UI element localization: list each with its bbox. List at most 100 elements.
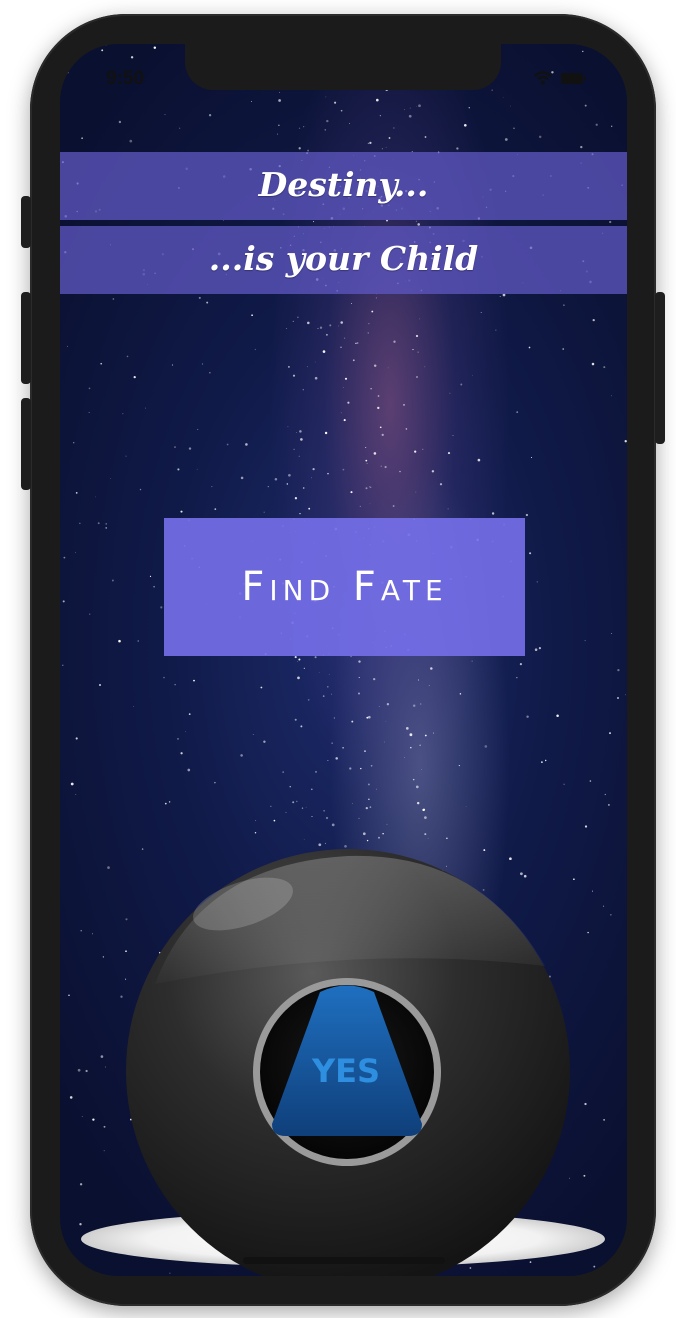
star [292,320,294,323]
star [100,362,103,365]
star [452,435,454,436]
star [358,676,360,679]
star [95,496,96,498]
star [447,508,449,510]
star [206,301,209,304]
star [414,450,417,453]
star [99,684,101,686]
star [327,760,329,762]
star [300,438,303,441]
star [174,684,176,686]
star [439,483,443,486]
star [251,314,253,317]
header-banner-destiny: Destiny... [60,152,627,220]
star [79,522,81,524]
star [359,505,361,507]
star [563,304,565,306]
star [188,447,192,450]
star [430,667,433,670]
star [201,363,204,365]
star [609,732,611,735]
star [415,220,417,222]
magic-8-ball[interactable]: YES [60,794,627,1276]
star [70,782,74,786]
star [144,407,147,409]
star [595,123,598,126]
star [185,731,187,733]
star [424,136,427,138]
star [472,375,474,376]
star [384,465,387,469]
star [326,119,329,123]
star [369,503,371,505]
star [297,316,299,319]
volume-up-button [21,292,31,384]
star [459,693,462,695]
star [310,788,313,791]
home-indicator[interactable] [243,1257,445,1264]
star [370,388,372,390]
star [75,737,78,740]
star [111,579,114,582]
star [298,147,301,150]
star [351,303,352,304]
star [180,752,183,755]
star [369,486,370,488]
star [422,448,424,450]
star [177,468,180,471]
star [67,72,69,74]
star [110,478,112,479]
star [288,473,291,477]
star [360,767,362,770]
star [101,49,104,52]
star [298,658,301,661]
star [376,98,379,102]
star [314,656,317,659]
star [369,141,372,145]
star [371,310,374,313]
star [302,487,305,489]
star [342,468,345,471]
star [381,433,384,437]
star [379,426,382,429]
star [385,720,387,722]
star [408,114,412,118]
star [417,351,419,353]
star [377,406,380,410]
star [75,552,77,554]
star [365,446,367,449]
star [410,746,412,749]
star [340,412,342,414]
star [591,362,595,366]
star [610,395,612,397]
star [385,146,387,148]
star [208,114,212,117]
star [251,101,253,102]
star [344,377,348,380]
battery-icon [561,73,586,84]
star [327,472,329,475]
star [153,46,157,49]
star [367,142,370,145]
star [538,135,542,139]
star [297,676,300,680]
star [416,106,418,107]
star [584,104,587,107]
star [197,429,199,430]
star [122,413,124,415]
star [62,600,65,603]
find-fate-button[interactable]: Find Fate [164,518,525,656]
star [293,448,295,451]
star [388,137,391,139]
star [63,65,65,67]
star [307,366,308,368]
star [180,510,183,513]
star [289,786,291,788]
star [307,699,310,701]
star [611,125,613,127]
star [412,778,415,781]
star [81,137,83,139]
star [477,458,481,462]
star [366,462,368,465]
star [368,323,370,325]
